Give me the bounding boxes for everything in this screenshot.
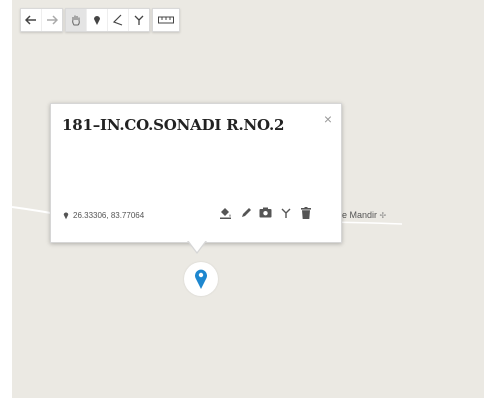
map-marker[interactable] bbox=[184, 262, 218, 296]
location-pin-icon bbox=[63, 212, 69, 220]
popup-tail bbox=[188, 240, 206, 252]
redo-button[interactable] bbox=[42, 9, 62, 31]
pan-tool-button[interactable] bbox=[66, 9, 87, 31]
camera-icon bbox=[259, 207, 272, 218]
location-pin-icon bbox=[195, 269, 207, 289]
history-group bbox=[20, 8, 63, 32]
connect-button[interactable] bbox=[279, 206, 292, 219]
temple-icon: ✢ bbox=[379, 211, 387, 220]
close-button[interactable]: × bbox=[324, 111, 332, 127]
place-label-text: e Mandir bbox=[342, 210, 378, 220]
trash-icon bbox=[300, 206, 311, 219]
branch-tool-button[interactable] bbox=[129, 9, 149, 31]
marker-popup: 181–IN.CO.SONADI R.NO.2 × 26.33306, 83.7… bbox=[50, 103, 342, 243]
map-canvas[interactable]: e Mandir ✢ 181–IN.CO.SONADI R.NO.2 × 26.… bbox=[12, 0, 484, 398]
measure-tool-button[interactable] bbox=[153, 9, 179, 31]
marker-tool-button[interactable] bbox=[87, 9, 108, 31]
popup-actions bbox=[219, 206, 312, 219]
edit-button[interactable] bbox=[239, 206, 252, 219]
undo-icon bbox=[25, 15, 36, 25]
redo-icon bbox=[47, 15, 58, 25]
app-frame: e Mandir ✢ 181–IN.CO.SONADI R.NO.2 × 26.… bbox=[0, 0, 493, 403]
measure-group bbox=[152, 8, 180, 32]
polygon-tool-button[interactable] bbox=[108, 9, 129, 31]
ruler-icon bbox=[158, 16, 174, 24]
delete-button[interactable] bbox=[299, 206, 312, 219]
marker-icon bbox=[94, 16, 100, 25]
pan-hand-icon bbox=[72, 15, 80, 26]
coordinates-text: 26.33306, 83.77064 bbox=[73, 211, 145, 220]
popup-title: 181–IN.CO.SONADI R.NO.2 bbox=[62, 116, 285, 134]
place-label[interactable]: e Mandir ✢ bbox=[342, 210, 386, 220]
branch-icon bbox=[134, 15, 144, 25]
coordinates: 26.33306, 83.77064 bbox=[63, 211, 144, 220]
photo-button[interactable] bbox=[259, 206, 272, 219]
polygon-icon bbox=[112, 14, 123, 26]
undo-button[interactable] bbox=[21, 9, 42, 31]
fill-color-button[interactable] bbox=[219, 206, 232, 219]
pencil-icon bbox=[241, 207, 251, 217]
map-toolbar bbox=[20, 8, 180, 32]
branch-icon bbox=[281, 208, 290, 218]
draw-tools-group bbox=[65, 8, 150, 32]
paint-bucket-icon bbox=[220, 207, 231, 219]
